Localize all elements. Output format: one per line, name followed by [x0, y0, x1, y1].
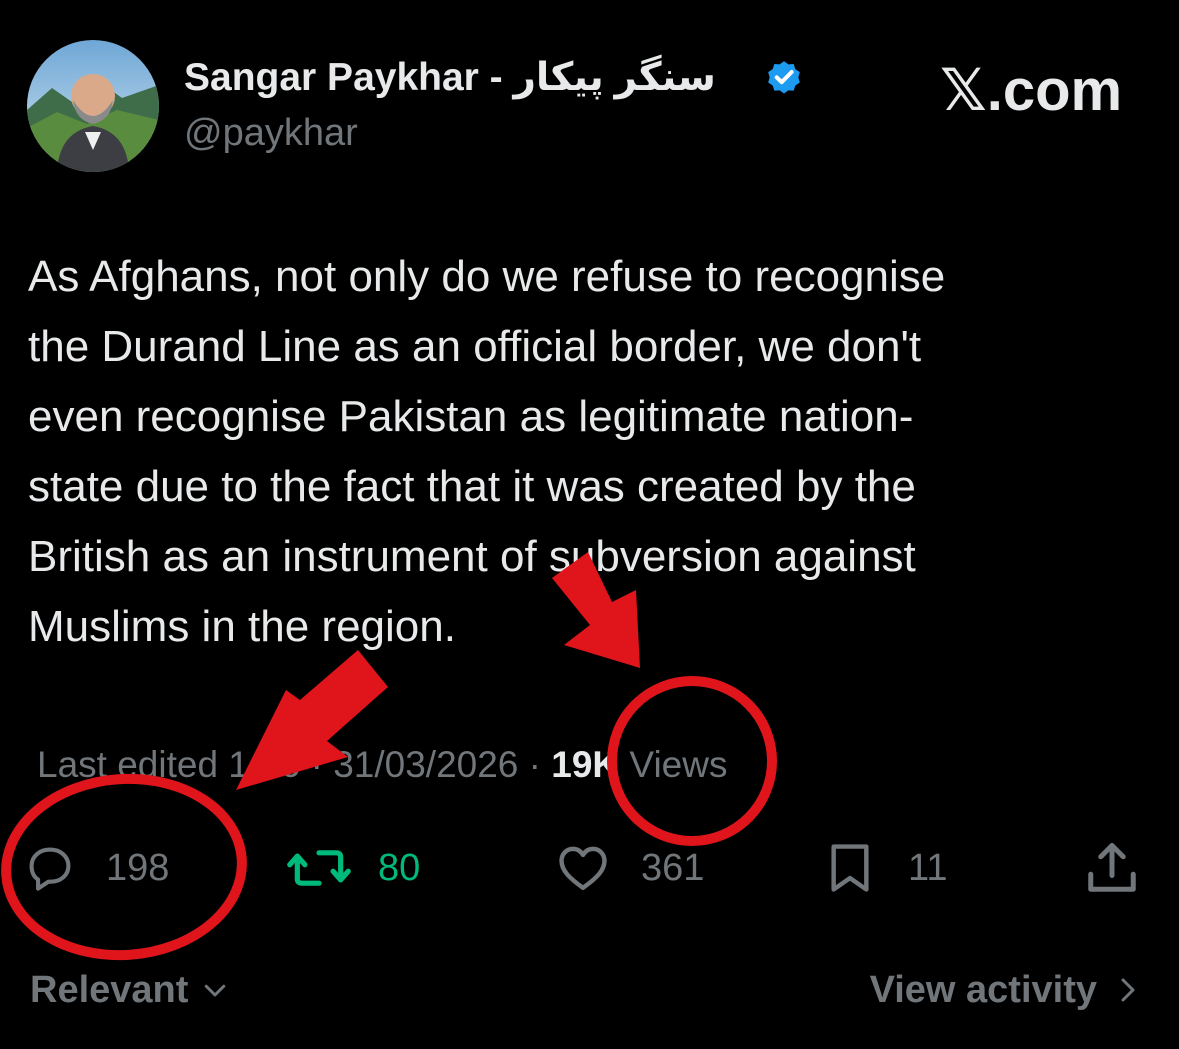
like-button[interactable]: 361: [553, 836, 704, 900]
tweet-line: even recognise Pakistan as legitimate na…: [28, 392, 914, 441]
x-com-watermark: 𝕏.com: [940, 58, 1123, 123]
tweet-line: state due to the fact that it was create…: [28, 462, 916, 511]
reply-count: 198: [106, 846, 170, 889]
retweet-count: 80: [378, 846, 421, 889]
avatar[interactable]: [27, 40, 159, 172]
tweet-line: As Afghans, not only do we refuse to rec…: [28, 252, 946, 301]
tweet-meta: Last edited 1:16 · 31/03/2026 · 19K View…: [37, 742, 727, 788]
tweet-line: British as an instrument of subversion a…: [28, 532, 916, 581]
retweet-button[interactable]: 80: [286, 836, 420, 900]
view-activity-link[interactable]: View activity: [870, 966, 1143, 1014]
reply-icon: [29, 847, 71, 891]
reply-button[interactable]: 198: [24, 836, 169, 900]
sort-replies-dropdown[interactable]: Relevant: [30, 966, 230, 1014]
bookmark-count: 11: [908, 846, 948, 889]
views-count[interactable]: 19K: [551, 744, 619, 785]
chevron-down-icon: [205, 984, 226, 997]
like-count: 361: [641, 846, 705, 889]
share-button[interactable]: [1082, 836, 1142, 900]
bookmark-button[interactable]: 11: [822, 836, 947, 900]
tweet-line: the Durand Line as an official border, w…: [28, 322, 922, 371]
sort-label: Relevant: [30, 969, 189, 1011]
bookmark-icon: [831, 844, 869, 892]
tweet-text: As Afghans, not only do we refuse to rec…: [28, 242, 1148, 662]
chevron-right-icon: [1121, 978, 1135, 1002]
handle[interactable]: @paykhar: [184, 110, 358, 156]
display-name[interactable]: Sangar Paykhar - سنگر پیکار: [184, 54, 716, 102]
views-label: Views: [619, 744, 728, 785]
retweet-icon: [287, 850, 351, 886]
tweet-line: Muslims in the region.: [28, 602, 456, 651]
share-icon: [1088, 843, 1136, 892]
view-activity-label: View activity: [869, 969, 1097, 1011]
profile-photo-icon: [27, 40, 159, 172]
heart-icon: [559, 846, 607, 891]
verified-badge-icon: [768, 61, 800, 94]
edit-timestamp[interactable]: Last edited 1:16 · 31/03/2026 ·: [37, 744, 551, 785]
